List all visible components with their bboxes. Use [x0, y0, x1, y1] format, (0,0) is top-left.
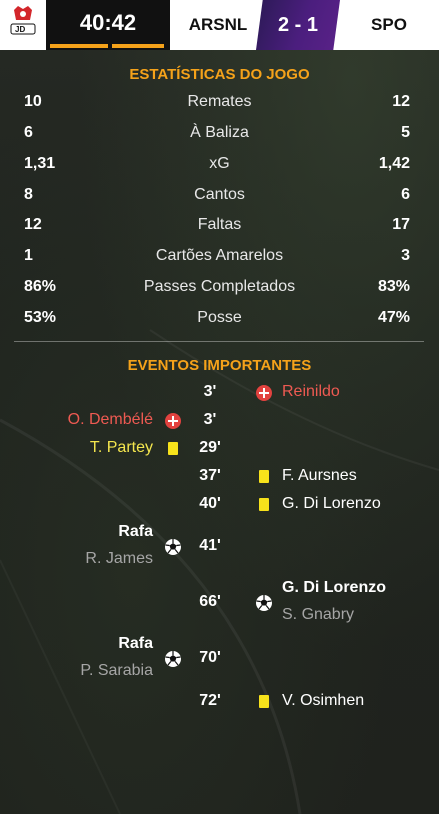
- stat-row: Passes Completados 86% 83%: [0, 278, 439, 308]
- event-minute: 41': [199, 537, 221, 554]
- event-player: Rafa: [118, 523, 153, 540]
- stat-away-value: 1,42: [378, 155, 410, 172]
- clock-progress-half2: [112, 44, 164, 48]
- stat-row: Cartões Amarelos 1 3: [0, 247, 439, 277]
- injury-icon: [163, 411, 183, 431]
- stat-away-value: 3: [401, 247, 410, 264]
- stat-row: Cantos 8 6: [0, 186, 439, 216]
- yellow-card-icon: [254, 467, 274, 487]
- stat-home-value: 1,31: [24, 155, 56, 172]
- section-divider: [14, 341, 424, 342]
- event-player: T. Partey: [89, 439, 153, 456]
- event-player: G. Di Lorenzo: [282, 579, 386, 596]
- stat-away-value: 6: [401, 186, 410, 203]
- event-assist: P. Sarabia: [80, 662, 153, 679]
- clock-progress-half1: [50, 44, 108, 48]
- stat-name: Posse: [197, 309, 242, 326]
- event-minute: 66': [199, 593, 221, 610]
- stat-home-value: 86%: [24, 278, 57, 295]
- stat-away-value: 12: [392, 93, 410, 110]
- event-minute: 3': [203, 411, 217, 428]
- event-minute: 3': [203, 383, 217, 400]
- event-row: 40' G. Di Lorenzo: [0, 495, 439, 519]
- league-logo: JD: [6, 4, 40, 46]
- score-box: 2 - 1: [256, 0, 340, 50]
- event-row: 3' O. Dembélé: [0, 411, 439, 435]
- event-player: G. Di Lorenzo: [282, 495, 381, 512]
- stat-name: Faltas: [197, 216, 242, 233]
- stat-away-value: 5: [401, 124, 410, 141]
- event-assist: S. Gnabry: [282, 606, 355, 623]
- stat-name: Remates: [187, 93, 252, 110]
- stat-name: Passes Completados: [143, 278, 296, 295]
- stat-home-value: 1: [24, 247, 33, 264]
- event-minute: 29': [199, 439, 221, 456]
- event-minute: 72': [199, 692, 221, 709]
- match-clock: 40:42: [79, 10, 137, 35]
- event-player: F. Aursnes: [282, 467, 357, 484]
- event-row: 66' G. Di Lorenzo S. Gnabry: [0, 579, 439, 623]
- stat-row: xG 1,31 1,42: [0, 155, 439, 185]
- event-player: Rafa: [118, 635, 153, 652]
- yellow-card-icon: [254, 495, 274, 515]
- stat-name: À Baliza: [190, 124, 249, 141]
- event-player: O. Dembélé: [67, 411, 153, 428]
- match-score: 2 - 1: [277, 14, 319, 36]
- event-minute: 40': [199, 495, 221, 512]
- stat-home-value: 6: [24, 124, 33, 141]
- event-row: 41' Rafa R. James: [0, 523, 439, 567]
- stat-row: Remates 10 12: [0, 93, 439, 123]
- stat-name: Cantos: [194, 186, 245, 203]
- stat-away-value: 47%: [377, 309, 410, 326]
- yellow-card-icon: [163, 439, 183, 459]
- event-row: 70' Rafa P. Sarabia: [0, 635, 439, 679]
- injury-icon: [254, 383, 274, 403]
- event-player: Reinildo: [282, 383, 340, 400]
- score-header: JD 40:42 ARSNL 2 - 1 SPO: [0, 0, 439, 50]
- stat-away-value: 83%: [377, 278, 410, 295]
- away-team-name: SPO: [371, 15, 407, 34]
- stat-name: Cartões Amarelos: [155, 247, 284, 264]
- stat-row: Posse 53% 47%: [0, 309, 439, 339]
- stat-away-value: 17: [392, 216, 410, 233]
- goal-ball-icon: [163, 537, 183, 557]
- event-assist: R. James: [85, 550, 153, 567]
- stat-home-value: 10: [24, 93, 42, 110]
- event-row: 72' V. Osimhen: [0, 692, 439, 716]
- logo-text: JD: [15, 25, 25, 34]
- events-title: EVENTOS IMPORTANTES: [127, 357, 312, 374]
- event-minute: 70': [199, 649, 221, 666]
- stat-row: À Baliza 6 5: [0, 124, 439, 154]
- yellow-card-icon: [254, 692, 274, 712]
- match-clock-box: 40:42: [46, 0, 170, 50]
- goal-ball-icon: [163, 649, 183, 669]
- stats-title: ESTATÍSTICAS DO JOGO: [129, 66, 310, 83]
- event-row: 3' Reinildo: [0, 383, 439, 407]
- event-row: 29' T. Partey: [0, 439, 439, 463]
- event-minute: 37': [199, 467, 221, 484]
- event-player: V. Osimhen: [282, 692, 365, 709]
- stat-row: Faltas 12 17: [0, 216, 439, 246]
- event-row: 37' F. Aursnes: [0, 467, 439, 491]
- stat-home-value: 53%: [24, 309, 57, 326]
- stat-name: xG: [209, 155, 230, 172]
- stat-home-value: 12: [24, 216, 42, 233]
- goal-ball-icon: [254, 593, 274, 613]
- home-team-name: ARSNL: [188, 15, 248, 34]
- stat-home-value: 8: [24, 186, 33, 203]
